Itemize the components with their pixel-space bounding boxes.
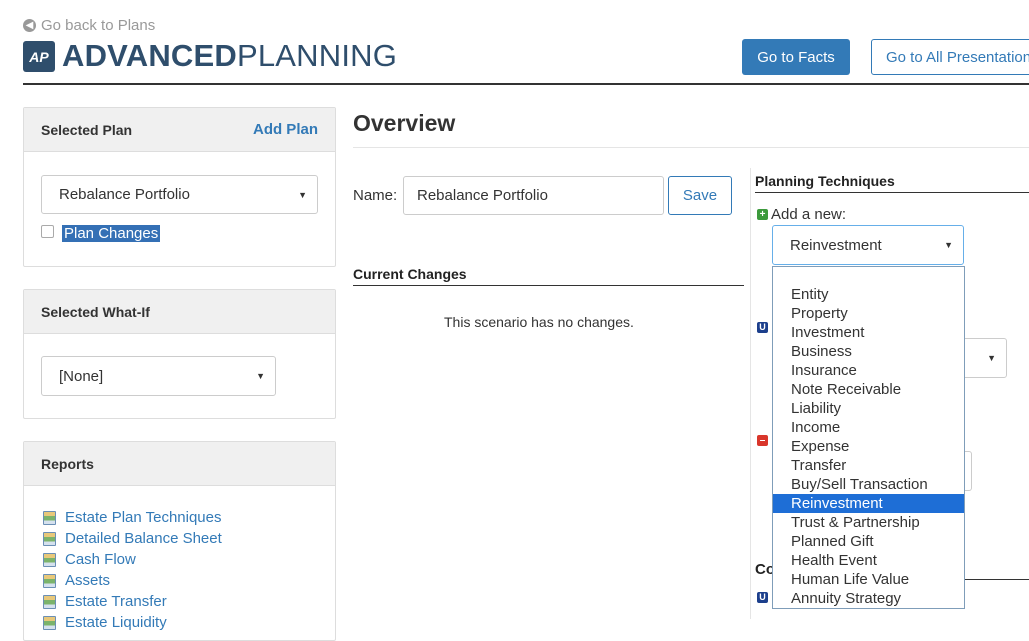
dropdown-option[interactable]: Note Receivable: [773, 380, 964, 399]
technique-select[interactable]: Reinvestment ▼: [772, 225, 964, 265]
update-icon[interactable]: U: [757, 322, 768, 333]
back-link-label: Go back to Plans: [41, 17, 156, 34]
update-icon[interactable]: U: [757, 592, 768, 603]
report-link[interactable]: Assets: [65, 572, 110, 589]
no-changes-text: This scenario has no changes.: [444, 314, 634, 330]
chevron-down-icon: ▼: [987, 353, 996, 363]
brand-title: ADVANCEDPLANNING: [62, 38, 398, 73]
remove-icon[interactable]: –: [757, 435, 768, 446]
reports-title: Reports: [41, 455, 94, 472]
plan-changes-label[interactable]: Plan Changes: [62, 225, 161, 243]
planning-techniques-title: Planning Techniques: [755, 173, 895, 189]
plan-select-value: Rebalance Portfolio: [59, 186, 190, 203]
dropdown-option[interactable]: Transfer: [773, 456, 964, 475]
dropdown-option[interactable]: Trust & Partnership: [773, 513, 964, 532]
selected-plan-header: Selected Plan Add Plan: [24, 108, 335, 152]
report-link[interactable]: Estate Liquidity: [65, 614, 167, 631]
selected-whatif-title: Selected What-If: [41, 303, 150, 320]
logo-icon: AP: [23, 41, 55, 72]
dropdown-option[interactable]: Human Life Value: [773, 570, 964, 589]
column-divider: [750, 168, 751, 619]
dropdown-option[interactable]: Expense: [773, 437, 964, 456]
dropdown-option[interactable]: Liability: [773, 399, 964, 418]
technique-select-value: Reinvestment: [790, 236, 882, 254]
plan-changes-checkbox[interactable]: [41, 225, 54, 238]
dropdown-option[interactable]: Planned Gift: [773, 532, 964, 551]
report-item[interactable]: Estate Transfer: [43, 591, 222, 612]
whatif-select-value: [None]: [59, 367, 104, 385]
report-item[interactable]: Cash Flow: [43, 549, 222, 570]
add-plan-link[interactable]: Add Plan: [253, 121, 318, 138]
dropdown-option-selected[interactable]: Reinvestment: [773, 494, 964, 513]
dropdown-option[interactable]: Income: [773, 418, 964, 437]
report-icon: [43, 594, 56, 609]
selected-whatif-header: Selected What-If: [24, 290, 335, 334]
plan-select[interactable]: Rebalance Portfolio ▼: [41, 175, 318, 214]
page-title: Overview: [353, 110, 456, 136]
whatif-select[interactable]: [None] ▼: [41, 356, 276, 396]
name-label: Name:: [353, 187, 398, 204]
report-item[interactable]: Assets: [43, 570, 222, 591]
dropdown-option[interactable]: Business: [773, 342, 964, 361]
save-button[interactable]: Save: [668, 176, 732, 215]
report-icon: [43, 510, 56, 525]
report-icon: [43, 615, 56, 630]
dropdown-option[interactable]: Buy/Sell Transaction: [773, 475, 964, 494]
selected-whatif-panel: Selected What-If: [23, 289, 336, 419]
planning-divider: [755, 192, 1029, 193]
dropdown-option[interactable]: Investment: [773, 323, 964, 342]
report-link[interactable]: Estate Transfer: [65, 593, 167, 610]
report-item[interactable]: Estate Plan Techniques: [43, 507, 222, 528]
report-item[interactable]: Detailed Balance Sheet: [43, 528, 222, 549]
dropdown-option[interactable]: Health Event: [773, 551, 964, 570]
reports-header: Reports: [24, 442, 335, 486]
selected-plan-title: Selected Plan: [41, 121, 133, 138]
arrow-left-circle-icon: ◀: [23, 19, 36, 32]
reports-list: Estate Plan Techniques Detailed Balance …: [43, 507, 222, 633]
partial-heading-divider: [965, 579, 1029, 580]
report-icon: [43, 531, 56, 546]
current-changes-title: Current Changes: [353, 266, 467, 282]
dropdown-option[interactable]: Annuity Strategy: [773, 589, 964, 608]
title-divider: [353, 147, 1029, 148]
go-to-all-presentations-button[interactable]: Go to All Presentations: [871, 39, 1029, 75]
dropdown-option[interactable]: Entity: [773, 285, 964, 304]
report-link[interactable]: Cash Flow: [65, 551, 136, 568]
dropdown-option[interactable]: Insurance: [773, 361, 964, 380]
header-divider: [23, 83, 1029, 85]
report-link[interactable]: Detailed Balance Sheet: [65, 530, 222, 547]
chevron-down-icon: ▼: [944, 240, 953, 250]
report-item[interactable]: Estate Liquidity: [43, 612, 222, 633]
report-icon: [43, 573, 56, 588]
chevron-down-icon: ▼: [256, 371, 265, 381]
go-to-facts-button[interactable]: Go to Facts: [742, 39, 850, 75]
back-to-plans-link[interactable]: ◀ Go back to Plans: [23, 17, 155, 34]
current-changes-divider: [353, 285, 744, 286]
plus-icon: +: [757, 209, 768, 220]
chevron-down-icon: ▼: [298, 189, 307, 200]
report-link[interactable]: Estate Plan Techniques: [65, 509, 222, 526]
report-icon: [43, 552, 56, 567]
name-input[interactable]: Rebalance Portfolio: [403, 176, 664, 215]
add-new-label: Add a new:: [771, 206, 847, 223]
dropdown-option[interactable]: Property: [773, 304, 964, 323]
technique-dropdown-list: Entity Property Investment Business Insu…: [772, 266, 965, 609]
